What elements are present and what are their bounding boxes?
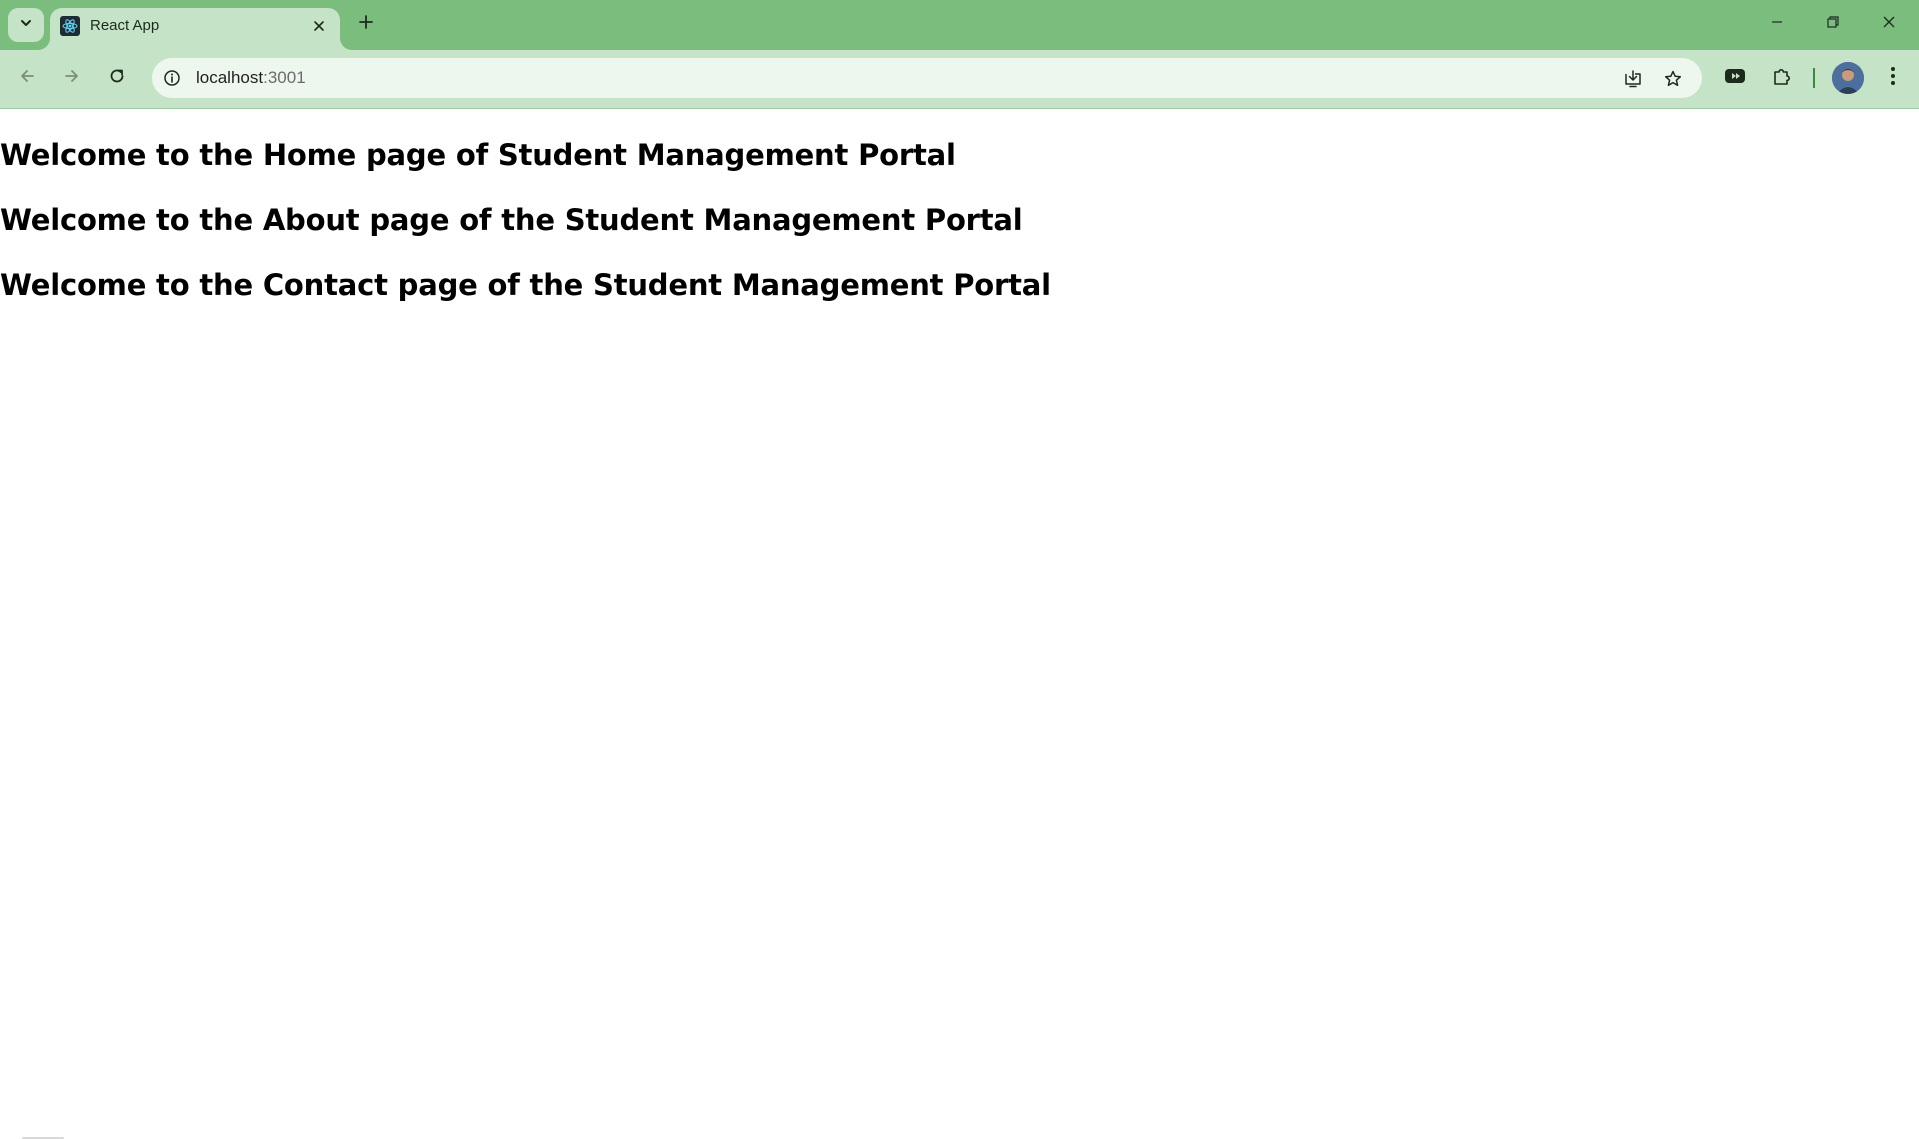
browser-window: React App localhost:3001 Welcome to the …	[0, 0, 1919, 1139]
about-heading: Welcome to the About page of the Student…	[0, 203, 1023, 237]
address-url[interactable]: localhost:3001	[196, 68, 306, 88]
close-tab-icon[interactable]	[308, 15, 330, 37]
browser-menu-button[interactable]	[1878, 63, 1908, 93]
home-heading: Welcome to the Home page of Student Mana…	[0, 138, 956, 172]
profile-avatar[interactable]	[1832, 62, 1864, 94]
url-port: :3001	[263, 68, 306, 87]
close-icon	[1882, 15, 1896, 34]
toolbar-divider	[1813, 68, 1815, 88]
contact-heading: Welcome to the Contact page of the Stude…	[0, 268, 1051, 302]
url-host: localhost	[196, 68, 264, 87]
media-controls-button[interactable]	[1720, 63, 1750, 93]
arrow-right-icon	[63, 67, 81, 90]
back-button[interactable]	[10, 61, 44, 95]
plus-icon	[358, 14, 374, 35]
restore-icon	[1826, 15, 1840, 34]
react-icon	[60, 16, 80, 36]
tab-active[interactable]: React App	[50, 8, 340, 50]
minimize-icon	[1770, 15, 1784, 34]
minimize-button[interactable]	[1754, 4, 1800, 44]
reload-button[interactable]	[100, 61, 134, 95]
address-bar[interactable]: localhost:3001	[152, 58, 1702, 98]
extensions-button[interactable]	[1767, 63, 1797, 93]
chevron-down-icon	[19, 16, 33, 35]
media-icon	[1724, 67, 1746, 90]
tab-title: React App	[90, 17, 160, 34]
install-app-icon[interactable]	[1620, 66, 1646, 92]
new-tab-button[interactable]	[352, 10, 380, 38]
more-vertical-icon	[1890, 66, 1896, 91]
reload-icon	[108, 67, 126, 90]
browser-toolbar: localhost:3001	[0, 50, 1919, 109]
tab-search-button[interactable]	[8, 8, 44, 42]
tab-strip: React App	[0, 0, 1919, 50]
bookmark-star-icon[interactable]	[1660, 66, 1686, 92]
arrow-left-icon	[18, 67, 36, 90]
site-info-icon[interactable]	[160, 66, 184, 90]
puzzle-icon	[1771, 65, 1793, 92]
restore-button[interactable]	[1810, 4, 1856, 44]
close-window-button[interactable]	[1866, 4, 1912, 44]
page-content: Welcome to the Home page of Student Mana…	[0, 109, 1919, 1139]
forward-button[interactable]	[55, 61, 89, 95]
